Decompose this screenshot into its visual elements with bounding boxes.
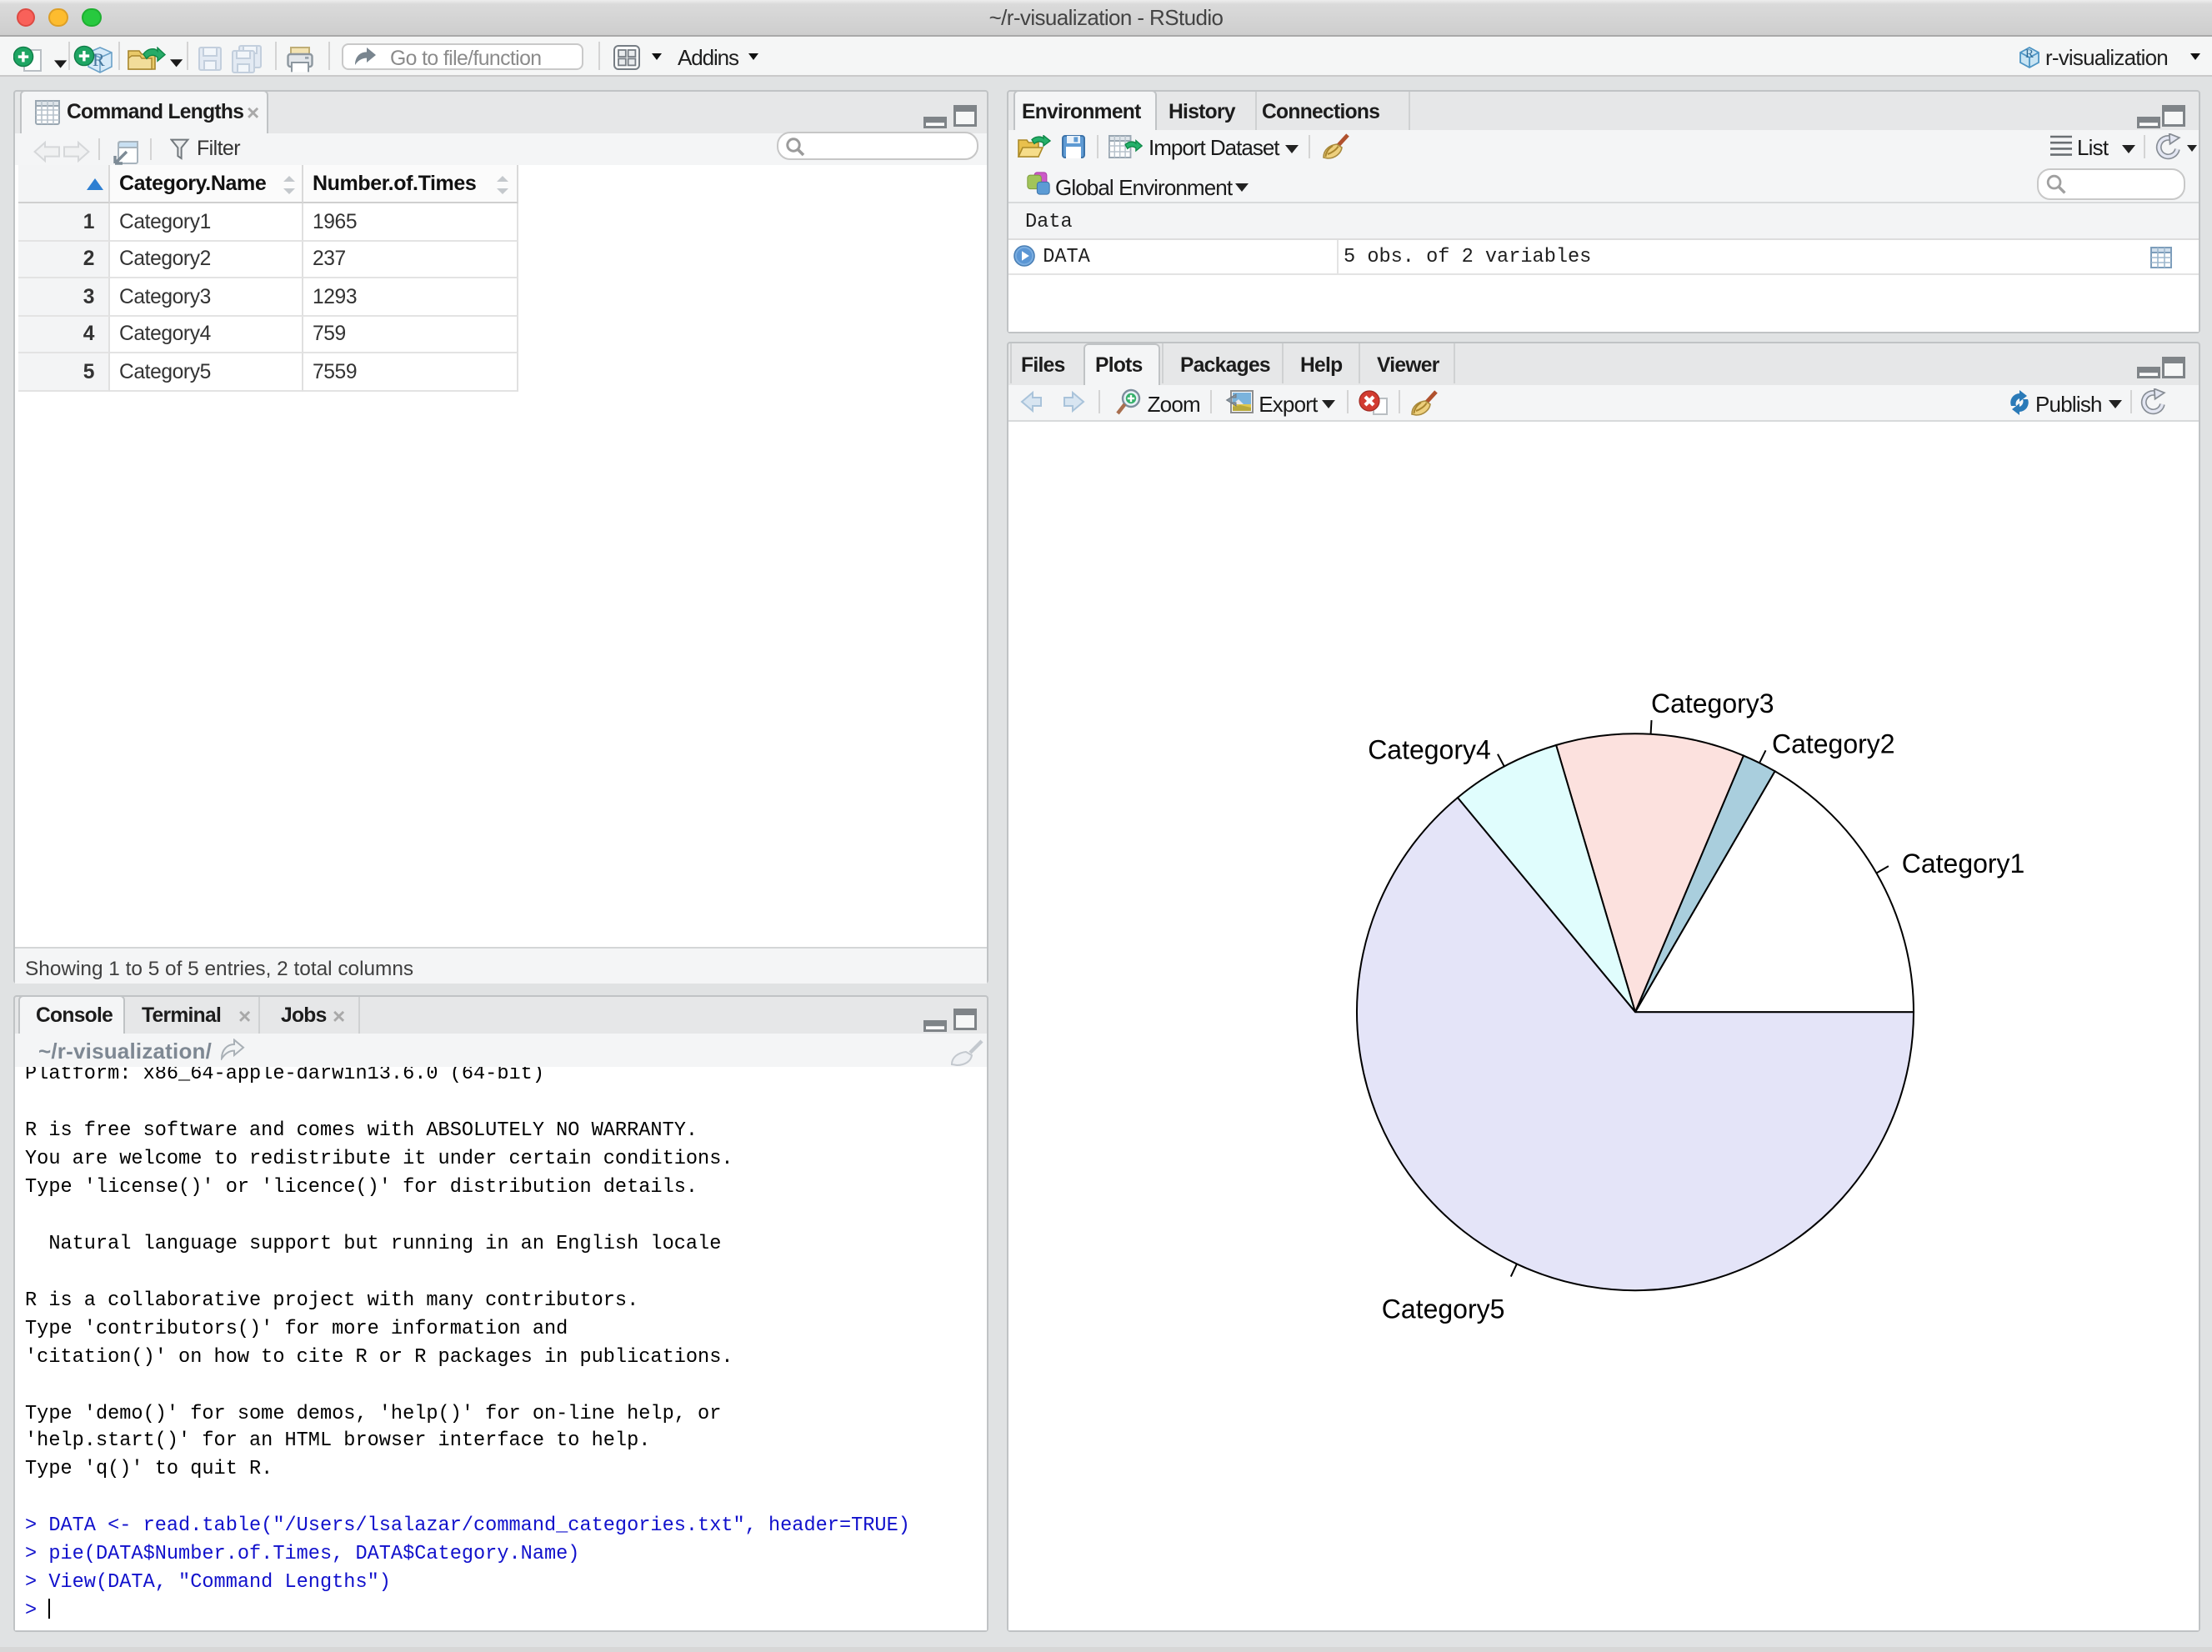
svg-text:Category4: Category4 [1368, 734, 1491, 764]
svg-text:R: R [93, 48, 105, 69]
svg-text:Category1: Category1 [1902, 849, 2025, 879]
svg-text:Category2: Category2 [1772, 728, 1895, 758]
svg-text:Category5: Category5 [1382, 1294, 1505, 1324]
svg-text:Category3: Category3 [1651, 688, 1774, 718]
svg-text:R: R [2024, 47, 2033, 60]
